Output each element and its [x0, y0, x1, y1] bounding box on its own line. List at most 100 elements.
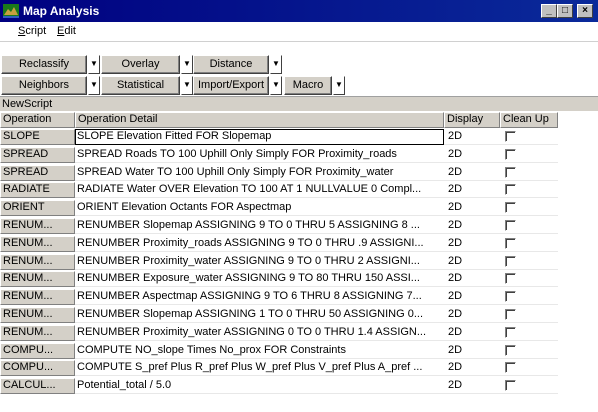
row-operation-cell[interactable]: RADIATE	[0, 182, 75, 199]
row-operation-cell[interactable]: RENUM...	[0, 271, 75, 288]
row-operation-cell[interactable]: RENUM...	[0, 218, 75, 234]
table-row[interactable]: RENUM... RENUMBER Slopemap ASSIGNING 9 TO…	[0, 218, 598, 234]
cleanup-checkbox[interactable]	[505, 184, 516, 196]
row-detail-cell[interactable]: COMPUTE S_pref Plus R_pref Plus W_pref P…	[75, 360, 444, 377]
reclassify-dropdown-icon[interactable]: ▼	[88, 55, 100, 74]
row-detail-cell[interactable]: SPREAD Water TO 100 Uphill Only Simply F…	[75, 165, 444, 181]
row-display-cell[interactable]: 2D	[444, 200, 500, 217]
table-row[interactable]: SPREAD SPREAD Water TO 100 Uphill Only Si…	[0, 164, 598, 181]
row-detail-cell[interactable]: RADIATE Water OVER Elevation TO 100 AT 1…	[75, 182, 444, 199]
row-display-cell[interactable]: 2D	[444, 182, 500, 199]
row-operation-cell[interactable]: RENUM...	[0, 235, 75, 252]
overlay-dropdown-icon[interactable]: ▼	[181, 55, 193, 74]
row-detail-cell[interactable]: RENUMBER Slopemap ASSIGNING 1 TO 0 THRU …	[75, 307, 444, 323]
cleanup-checkbox[interactable]	[505, 220, 516, 231]
row-operation-cell[interactable]: RENUM...	[0, 324, 75, 341]
column-header-cleanup[interactable]: Clean Up	[500, 112, 558, 128]
maximize-button[interactable]: □	[557, 4, 573, 18]
cleanup-checkbox[interactable]	[505, 326, 516, 338]
cleanup-checkbox[interactable]	[505, 255, 516, 267]
table-row[interactable]: RENUM... RENUMBER Slopemap ASSIGNING 1 TO…	[0, 307, 598, 323]
macro-button[interactable]: Macro	[284, 76, 332, 95]
menu-script[interactable]: Script	[18, 25, 46, 37]
table-row[interactable]: CALCUL... Potential_total / 5.0 2D	[0, 378, 598, 395]
statistical-dropdown-icon[interactable]: ▼	[181, 76, 193, 95]
row-operation-cell[interactable]: COMPU...	[0, 360, 75, 377]
table-row[interactable]: COMPU... COMPUTE S_pref Plus R_pref Plus …	[0, 360, 598, 377]
table-row[interactable]: RENUM... RENUMBER Proximity_roads ASSIGNI…	[0, 235, 598, 252]
distance-dropdown-icon[interactable]: ▼	[270, 55, 282, 74]
row-display-cell[interactable]: 2D	[444, 343, 500, 359]
row-operation-cell[interactable]: CALCUL...	[0, 378, 75, 395]
neighbors-button[interactable]: Neighbors	[1, 76, 87, 95]
row-display-cell[interactable]: 2D	[444, 165, 500, 181]
cleanup-checkbox[interactable]	[505, 148, 516, 160]
row-display-cell[interactable]: 2D	[444, 378, 500, 395]
cleanup-checkbox[interactable]	[505, 380, 516, 392]
row-detail-cell[interactable]: SLOPE Elevation Fitted FOR Slopemap	[75, 129, 444, 145]
column-header-detail[interactable]: Operation Detail	[75, 112, 444, 128]
row-display-cell[interactable]: 2D	[444, 289, 500, 306]
row-operation-cell[interactable]: RENUM...	[0, 253, 75, 270]
row-display-cell[interactable]: 2D	[444, 360, 500, 377]
cleanup-checkbox[interactable]	[505, 362, 516, 374]
row-detail-cell[interactable]: RENUMBER Slopemap ASSIGNING 9 TO 0 THRU …	[75, 218, 444, 234]
cleanup-checkbox[interactable]	[505, 273, 516, 285]
row-display-cell[interactable]: 2D	[444, 254, 500, 270]
overlay-button[interactable]: Overlay	[101, 55, 180, 74]
close-button[interactable]: ×	[577, 4, 593, 18]
row-detail-cell[interactable]: SPREAD Roads TO 100 Uphill Only Simply F…	[75, 147, 444, 163]
statistical-button[interactable]: Statistical	[101, 76, 180, 95]
minimize-button[interactable]: _	[541, 4, 557, 18]
row-operation-cell[interactable]: SPREAD	[0, 164, 75, 181]
row-display-cell[interactable]: 2D	[444, 147, 500, 163]
cleanup-checkbox[interactable]	[505, 291, 516, 303]
row-detail-cell[interactable]: ORIENT Elevation Octants FOR Aspectmap	[75, 200, 444, 217]
row-operation-cell[interactable]: ORIENT	[0, 200, 75, 217]
neighbors-dropdown-icon[interactable]: ▼	[88, 76, 100, 95]
cleanup-checkbox[interactable]	[505, 202, 516, 214]
row-display-cell[interactable]: 2D	[444, 307, 500, 323]
table-row[interactable]: RENUM... RENUMBER Exposure_water ASSIGNIN…	[0, 271, 598, 288]
row-operation-cell[interactable]: RENUM...	[0, 289, 75, 306]
reclassify-button[interactable]: Reclassify	[1, 55, 87, 74]
row-display-cell[interactable]: 2D	[444, 325, 500, 341]
row-operation-cell[interactable]: COMPU...	[0, 342, 75, 359]
row-detail-cell[interactable]: RENUMBER Aspectmap ASSIGNING 9 TO 6 THRU…	[75, 289, 444, 306]
import-export-button[interactable]: Import/Export	[193, 76, 269, 95]
table-row[interactable]: SPREAD SPREAD Roads TO 100 Uphill Only Si…	[0, 146, 598, 163]
menu-edit[interactable]: Edit	[57, 25, 76, 37]
macro-dropdown-icon[interactable]: ▼	[333, 76, 345, 95]
cleanup-checkbox[interactable]	[505, 309, 516, 320]
cleanup-checkbox[interactable]	[505, 237, 516, 249]
row-display-cell[interactable]: 2D	[444, 129, 500, 145]
table-row[interactable]: RENUM... RENUMBER Proximity_water ASSIGNI…	[0, 324, 598, 341]
import-export-dropdown-icon[interactable]: ▼	[270, 76, 282, 95]
row-detail-cell[interactable]: RENUMBER Proximity_water ASSIGNING 9 TO …	[75, 254, 444, 270]
row-detail-cell[interactable]: COMPUTE NO_slope Times No_prox FOR Const…	[75, 343, 444, 359]
row-display-cell[interactable]: 2D	[444, 271, 500, 288]
row-display-cell[interactable]: 2D	[444, 236, 500, 252]
row-detail-cell[interactable]: RENUMBER Exposure_water ASSIGNING 9 TO 8…	[75, 271, 444, 288]
row-operation-cell[interactable]: RENUM...	[0, 307, 75, 323]
cleanup-checkbox[interactable]	[505, 166, 516, 178]
row-operation-cell[interactable]: SPREAD	[0, 146, 75, 163]
row-detail-cell[interactable]: RENUMBER Proximity_roads ASSIGNING 9 TO …	[75, 236, 444, 252]
table-row[interactable]: ORIENT ORIENT Elevation Octants FOR Aspec…	[0, 200, 598, 217]
table-row[interactable]: SLOPE SLOPE Elevation Fitted FOR Slopemap…	[0, 129, 598, 145]
row-detail-cell[interactable]: Potential_total / 5.0	[75, 378, 444, 395]
table-row[interactable]: RENUM... RENUMBER Aspectmap ASSIGNING 9 T…	[0, 289, 598, 306]
row-detail-cell[interactable]: RENUMBER Proximity_water ASSIGNING 0 TO …	[75, 325, 444, 341]
column-header-operation[interactable]: Operation	[0, 112, 75, 128]
row-display-cell[interactable]: 2D	[444, 218, 500, 234]
row-cleanup-cell	[500, 378, 558, 395]
row-operation-cell[interactable]: SLOPE	[0, 129, 75, 145]
cleanup-checkbox[interactable]	[505, 344, 516, 356]
title-bar: Map Analysis _ □ ×	[0, 0, 598, 22]
distance-button[interactable]: Distance	[193, 55, 269, 74]
table-row[interactable]: COMPU... COMPUTE NO_slope Times No_prox F…	[0, 342, 598, 359]
table-row[interactable]: RADIATE RADIATE Water OVER Elevation TO 1…	[0, 182, 598, 199]
table-row[interactable]: RENUM... RENUMBER Proximity_water ASSIGNI…	[0, 253, 598, 270]
cleanup-checkbox[interactable]	[505, 131, 516, 142]
column-header-display[interactable]: Display	[444, 112, 500, 128]
